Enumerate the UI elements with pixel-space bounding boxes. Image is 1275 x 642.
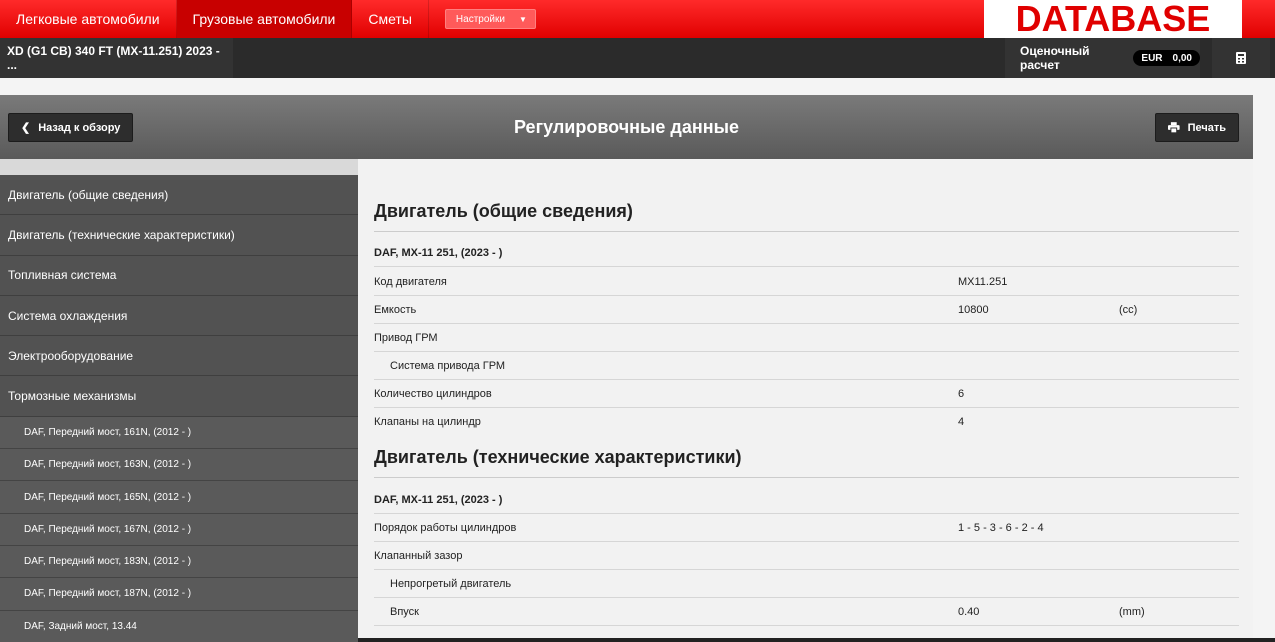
vehicle-bar: XD (G1 CB) 340 FT (MX-11.251) 2023 - ...… <box>0 38 1275 78</box>
sidebar-item-fuel-system[interactable]: Топливная система <box>0 255 358 296</box>
sidebar-item-engine-general[interactable]: Двигатель (общие сведения) <box>0 175 358 216</box>
estimate-amount: 0,00 <box>1172 52 1192 64</box>
table-row: Количество цилиндров 6 <box>374 380 1239 408</box>
tab-estimates[interactable]: Сметы <box>352 0 429 38</box>
row-value: 1 - 5 - 3 - 6 - 2 - 4 <box>958 522 1044 534</box>
row-label: Клапаны на цилиндр <box>374 416 481 428</box>
row-value: 4 <box>958 416 965 428</box>
row-subtitle: DAF, MX-11 251, (2023 - ) <box>374 494 503 506</box>
logo-text: DATABASE <box>1015 0 1211 39</box>
row-label: Количество цилиндров <box>374 388 492 400</box>
calculator-button[interactable] <box>1212 38 1270 78</box>
sidebar-subitem[interactable]: DAF, Передний мост, 165N, (2012 - ) <box>0 481 358 514</box>
back-label: Назад к обзору <box>38 121 121 134</box>
row-subtitle: DAF, MX-11 251, (2023 - ) <box>374 247 503 259</box>
page-title: Регулировочные данные <box>514 116 739 137</box>
row-label: Непрогретый двигатель <box>390 578 512 590</box>
table-row: Непрогретый двигатель <box>374 570 1239 598</box>
table-row: Клапаны на цилиндр 4 <box>374 408 1239 436</box>
sidebar-subitem[interactable]: DAF, Передний мост, 161N, (2012 - ) <box>0 416 358 450</box>
sidebar-item-engine-specs[interactable]: Двигатель (технические характеристики) <box>0 215 358 256</box>
table-row: Клапанный зазор <box>374 542 1239 570</box>
estimate-summary[interactable]: Оценочный расчет EUR 0,00 <box>1005 38 1200 78</box>
table-row: Порядок работы цилиндров 1 - 5 - 3 - 6 -… <box>374 514 1239 542</box>
row-label: Клапанный зазор <box>374 550 463 562</box>
sidebar-subitem[interactable]: DAF, Передний мост, 163N, (2012 - ) <box>0 449 358 482</box>
content-panel: Двигатель (общие сведения) DAF, MX-11 25… <box>358 159 1253 642</box>
row-unit: (mm) <box>1119 606 1145 618</box>
vehicle-selector[interactable]: XD (G1 CB) 340 FT (MX-11.251) 2023 - ... <box>0 38 233 78</box>
tab-cars[interactable]: Легковые автомобили <box>0 0 177 38</box>
logo: DATABASE <box>984 0 1242 39</box>
sidebar-subitem[interactable]: DAF, Передний мост, 183N, (2012 - ) <box>0 545 358 579</box>
settings-dropdown[interactable]: Настройки ▼ <box>444 9 536 29</box>
row-value: MX11.251 <box>958 276 1008 288</box>
table-row: Впуск 0.40 (mm) <box>374 598 1239 626</box>
table-row: DAF, MX-11 251, (2023 - ) <box>374 239 1239 267</box>
section-divider <box>374 477 1239 478</box>
row-label: Привод ГРМ <box>374 332 438 344</box>
chevron-down-icon: ▼ <box>518 14 527 24</box>
table-row: Емкость 10800 (cc) <box>374 296 1239 324</box>
row-value: 6 <box>958 388 965 400</box>
right-margin <box>1253 95 1275 642</box>
print-button[interactable]: Печать <box>1155 113 1239 142</box>
row-label: Порядок работы цилиндров <box>374 522 517 534</box>
section-title-engine-general: Двигатель (общие сведения) <box>374 201 633 221</box>
row-label: Емкость <box>374 304 417 316</box>
currency-code: EUR <box>1141 52 1163 64</box>
page-header: Регулировочные данные ❮ Назад к обзору П… <box>0 95 1253 159</box>
sidebar: Двигатель (общие сведения) Двигатель (те… <box>0 175 358 642</box>
table-row: DAF, MX-11 251, (2023 - ) <box>374 486 1239 514</box>
print-label: Печать <box>1187 121 1226 134</box>
section-divider <box>374 231 1239 232</box>
tab-trucks[interactable]: Грузовые автомобили <box>176 0 353 38</box>
window-edge <box>358 638 1275 642</box>
chevron-left-icon: ❮ <box>21 122 31 134</box>
table-row: Привод ГРМ <box>374 324 1239 352</box>
estimate-label: Оценочный расчет <box>1020 44 1090 72</box>
sidebar-item-cooling-system[interactable]: Система охлаждения <box>0 295 358 337</box>
row-label: Код двигателя <box>374 276 447 288</box>
row-value: 10800 <box>958 304 989 316</box>
sidebar-subitem[interactable]: DAF, Задний мост, 13.44 <box>0 610 358 642</box>
sidebar-item-brakes[interactable]: Тормозные механизмы <box>0 376 358 417</box>
estimate-amount-badge: EUR 0,00 <box>1133 50 1200 66</box>
settings-label: Настройки <box>455 13 505 25</box>
row-value: 0.40 <box>958 606 980 618</box>
table-row: Система привода ГРМ <box>374 352 1239 380</box>
row-unit: (cc) <box>1119 304 1138 316</box>
calculator-icon <box>1236 52 1246 64</box>
back-button[interactable]: ❮ Назад к обзору <box>8 113 134 142</box>
sidebar-subitem[interactable]: DAF, Передний мост, 167N, (2012 - ) <box>0 513 358 546</box>
sidebar-subitem[interactable]: DAF, Передний мост, 187N, (2012 - ) <box>0 578 358 611</box>
sidebar-spacer <box>0 159 358 175</box>
sidebar-item-electrical[interactable]: Электрооборудование <box>0 336 358 377</box>
spacer <box>0 78 1275 95</box>
section-title-engine-specs: Двигатель (технические характеристики) <box>374 447 742 467</box>
table-row: Код двигателя MX11.251 <box>374 268 1239 296</box>
printer-icon <box>1168 122 1180 133</box>
row-label: Система привода ГРМ <box>390 360 506 372</box>
row-label: Впуск <box>390 606 419 618</box>
